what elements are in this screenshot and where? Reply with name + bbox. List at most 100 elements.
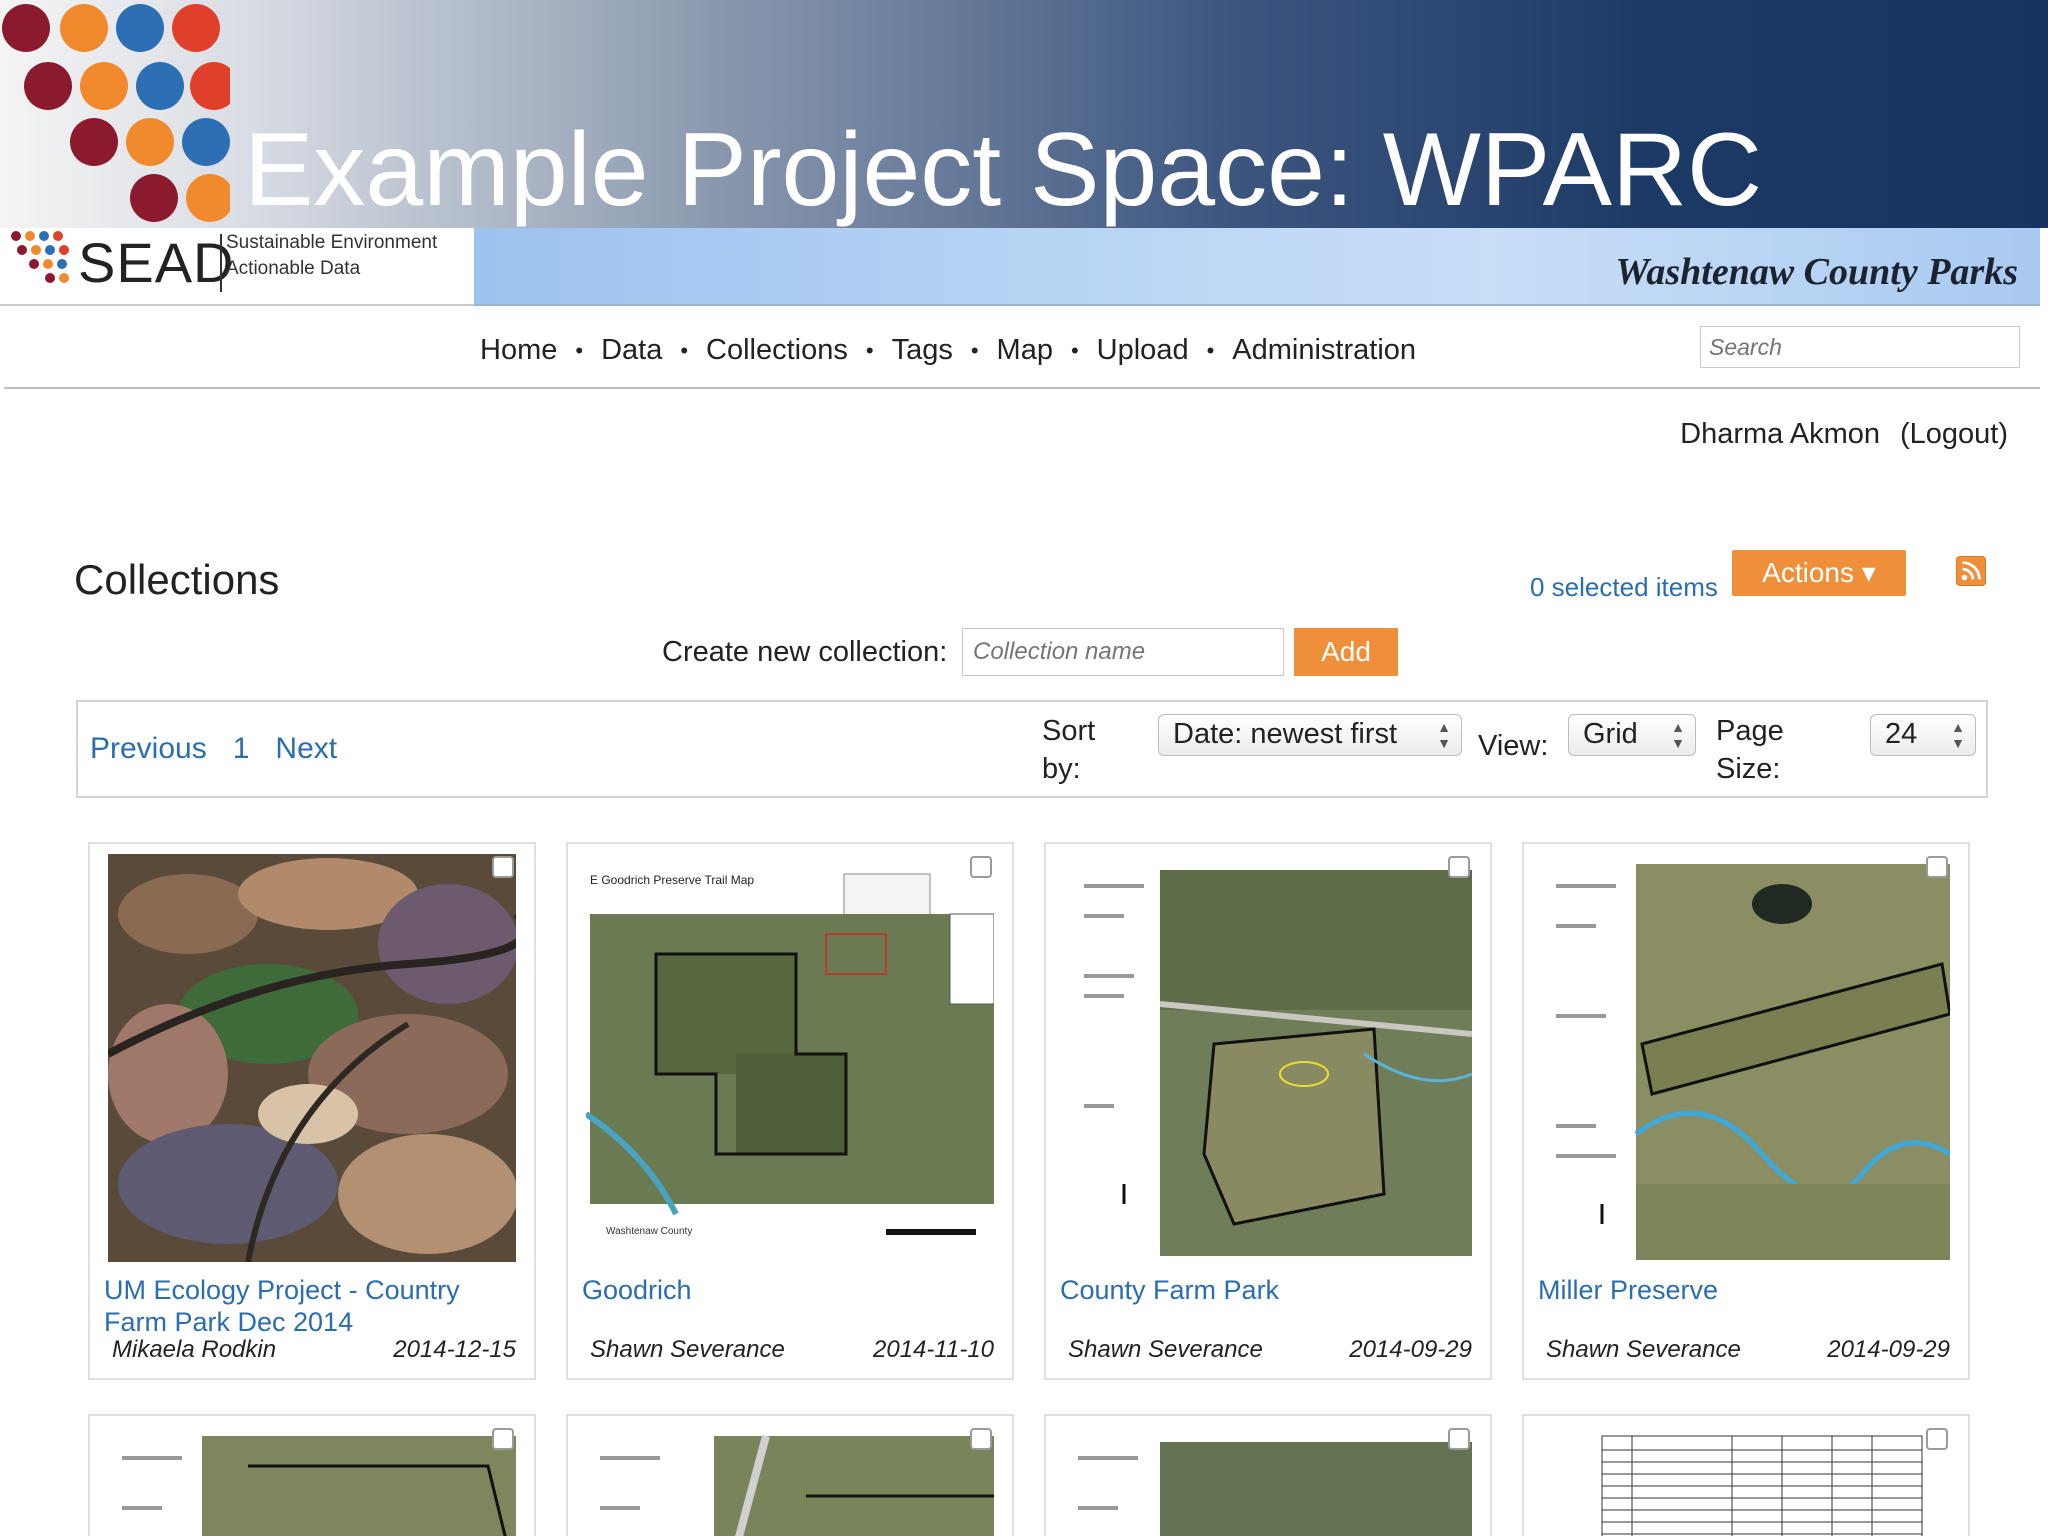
app-banner: SEAD Sustainable Environment Actionable … [0,228,2048,308]
logo-divider [220,234,222,292]
page-size-label-line1: Page [1716,715,1784,747]
collection-thumbnail[interactable] [1542,1426,1950,1536]
rss-icon[interactable] [1956,556,1986,586]
nav-home[interactable]: Home [480,334,557,367]
add-collection-button[interactable]: Add [1294,628,1398,676]
collection-date: 2014-09-29 [1827,1336,1950,1363]
nav-tags[interactable]: Tags [892,334,953,367]
nav-administration[interactable]: Administration [1232,334,1416,367]
collection-title-link[interactable]: County Farm Park [1060,1274,1484,1306]
select-checkbox[interactable] [1926,1428,1948,1450]
user-info: Dharma Akmon (Logout) [1680,418,2008,451]
nav-collections[interactable]: Collections [706,334,848,367]
select-arrows-icon: ▲ ▼ [1437,719,1451,751]
sead-logo[interactable]: SEAD Sustainable Environment Actionable … [0,228,474,306]
collection-thumbnail[interactable] [108,1426,516,1536]
sead-mini-dots-icon [11,231,69,283]
nav-items: Home • Data • Collections • Tags • Map •… [480,334,1416,367]
nav-map[interactable]: Map [997,334,1053,367]
list-toolbar: Previous 1 Next Sort by: Date: newest firs… [76,700,1988,798]
user-name: Dharma Akmon [1680,418,1880,450]
nav-separator: • [575,337,584,363]
thumbnail-map-title: E Goodrich Preserve Trail Map [590,873,754,887]
select-checkbox[interactable] [1448,1428,1470,1450]
previous-page-link[interactable]: Previous [90,732,207,765]
collection-meta: Shawn Severance 2014-09-29 [1546,1336,1950,1364]
view-label: View: [1478,730,1549,762]
collection-date: 2014-11-10 [873,1336,994,1363]
org-banner: Washtenaw County Parks [474,228,2040,306]
nav-data[interactable]: Data [601,334,662,367]
collection-card[interactable]: Miller Preserve Shawn Severance 2014-09-… [1522,842,1970,1380]
slide-title: Example Project Space: WPARC [244,112,1763,228]
page-size-select[interactable]: 24 ▲ ▼ [1870,714,1976,756]
pagination: Previous 1 Next [90,732,363,766]
sead-tagline: Sustainable Environment Actionable Data [226,230,437,282]
sead-tagline-line1: Sustainable Environment [226,232,438,253]
collection-author: Shawn Severance [1546,1336,1741,1363]
collection-title-link[interactable]: Goodrich [582,1274,1006,1306]
collection-card[interactable] [1522,1414,1970,1536]
select-checkbox[interactable] [970,856,992,878]
collection-card[interactable] [88,1414,536,1536]
search-input[interactable] [1700,326,2020,368]
create-collection-label: Create new collection: [662,636,948,668]
nav-separator: • [865,337,874,363]
sort-select[interactable]: Date: newest first ▲ ▼ [1158,714,1462,756]
collection-thumbnail[interactable] [586,1426,994,1536]
actions-button[interactable]: Actions ▾ [1732,550,1906,596]
collection-thumbnail[interactable]: E Goodrich Preserve Trail Map Washtenaw … [586,854,994,1262]
collection-thumbnail[interactable] [1064,854,1472,1262]
collection-name-input[interactable] [962,628,1284,676]
collection-card[interactable]: E Goodrich Preserve Trail Map Washtenaw … [566,842,1014,1380]
collection-thumbnail[interactable] [108,854,516,1262]
current-page[interactable]: 1 [233,732,250,765]
sort-value: Date: newest first [1173,718,1398,750]
org-name: Washtenaw County Parks [1615,251,2018,293]
select-checkbox[interactable] [1448,856,1470,878]
collection-title-link[interactable]: Miller Preserve [1538,1274,1962,1306]
nav-upload[interactable]: Upload [1097,334,1189,367]
collection-author: Mikaela Rodkin [112,1336,277,1363]
page-title: Collections [74,556,280,603]
collection-meta: Shawn Severance 2014-11-10 [590,1336,994,1364]
selected-items-link[interactable]: 0 selected items [1530,572,1718,603]
collection-author: Shawn Severance [590,1336,785,1363]
collection-meta: Shawn Severance 2014-09-29 [1068,1336,1472,1364]
page-size-label-line2: Size: [1716,753,1781,785]
collection-title-link[interactable]: UM Ecology Project - Country Farm Park D… [104,1274,528,1338]
main-nav: Home • Data • Collections • Tags • Map •… [0,308,2048,389]
collection-card[interactable]: UM Ecology Project - Country Farm Park D… [88,842,536,1380]
nav-divider [4,387,2040,389]
page-size-value: 24 [1885,718,1918,750]
select-arrows-icon: ▲ ▼ [1671,719,1685,751]
sead-wordmark: SEAD [78,231,235,294]
nav-separator: • [1070,337,1079,363]
nav-separator: • [680,337,689,363]
collection-card[interactable]: County Farm Park Shawn Severance 2014-09… [1044,842,1492,1380]
collection-date: 2014-12-15 [393,1336,516,1363]
collection-card[interactable] [1044,1414,1492,1536]
svg-text:Washtenaw County: Washtenaw County [606,1226,692,1237]
nav-separator: • [1206,337,1215,363]
sort-label-line2: by: [1042,753,1081,785]
select-checkbox[interactable] [1926,856,1948,878]
select-checkbox[interactable] [492,1428,514,1450]
select-arrows-icon: ▲ ▼ [1951,719,1965,751]
slide-header: Example Project Space: WPARC [0,0,2048,228]
sort-label: Sort by: [1042,712,1095,788]
sead-tagline-line2: Actionable Data [226,258,361,279]
collection-card[interactable] [566,1414,1014,1536]
collection-thumbnail[interactable] [1542,854,1950,1262]
view-select[interactable]: Grid ▲ ▼ [1568,714,1696,756]
select-checkbox[interactable] [970,1428,992,1450]
view-value: Grid [1583,718,1638,750]
select-checkbox[interactable] [492,856,514,878]
logout-link[interactable]: (Logout) [1900,418,2008,450]
collection-thumbnail[interactable] [1064,1426,1472,1536]
sort-label-line1: Sort [1042,715,1096,747]
nav-separator: • [970,337,979,363]
collection-date: 2014-09-29 [1349,1336,1472,1363]
next-page-link[interactable]: Next [275,732,337,765]
page-size-label: Page Size: [1716,712,1784,788]
